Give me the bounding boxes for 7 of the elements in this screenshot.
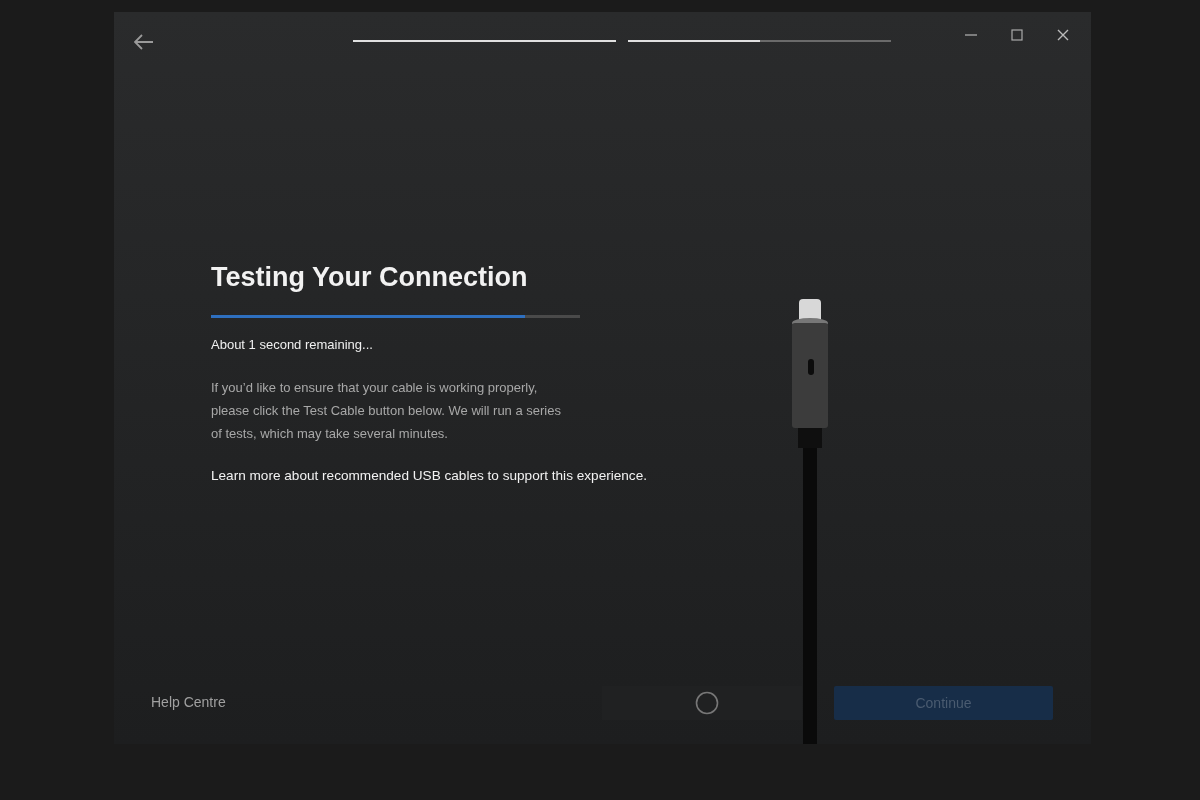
back-arrow-icon[interactable] — [134, 34, 154, 50]
description-text: If you’d like to ensure that your cable is working properly, please click the Test Cable button below. We will run a series of tests, which may take several minutes. — [211, 379, 562, 443]
page-title: Testing Your Connection — [211, 262, 529, 293]
learn-more-link[interactable]: Learn more about recommended USB cables to support this experience. — [211, 468, 681, 483]
help-centre-link[interactable]: Help Centre — [151, 694, 226, 710]
status-text: About 1 second remaining... — [211, 337, 374, 352]
loading-spinner-icon — [694, 691, 719, 715]
